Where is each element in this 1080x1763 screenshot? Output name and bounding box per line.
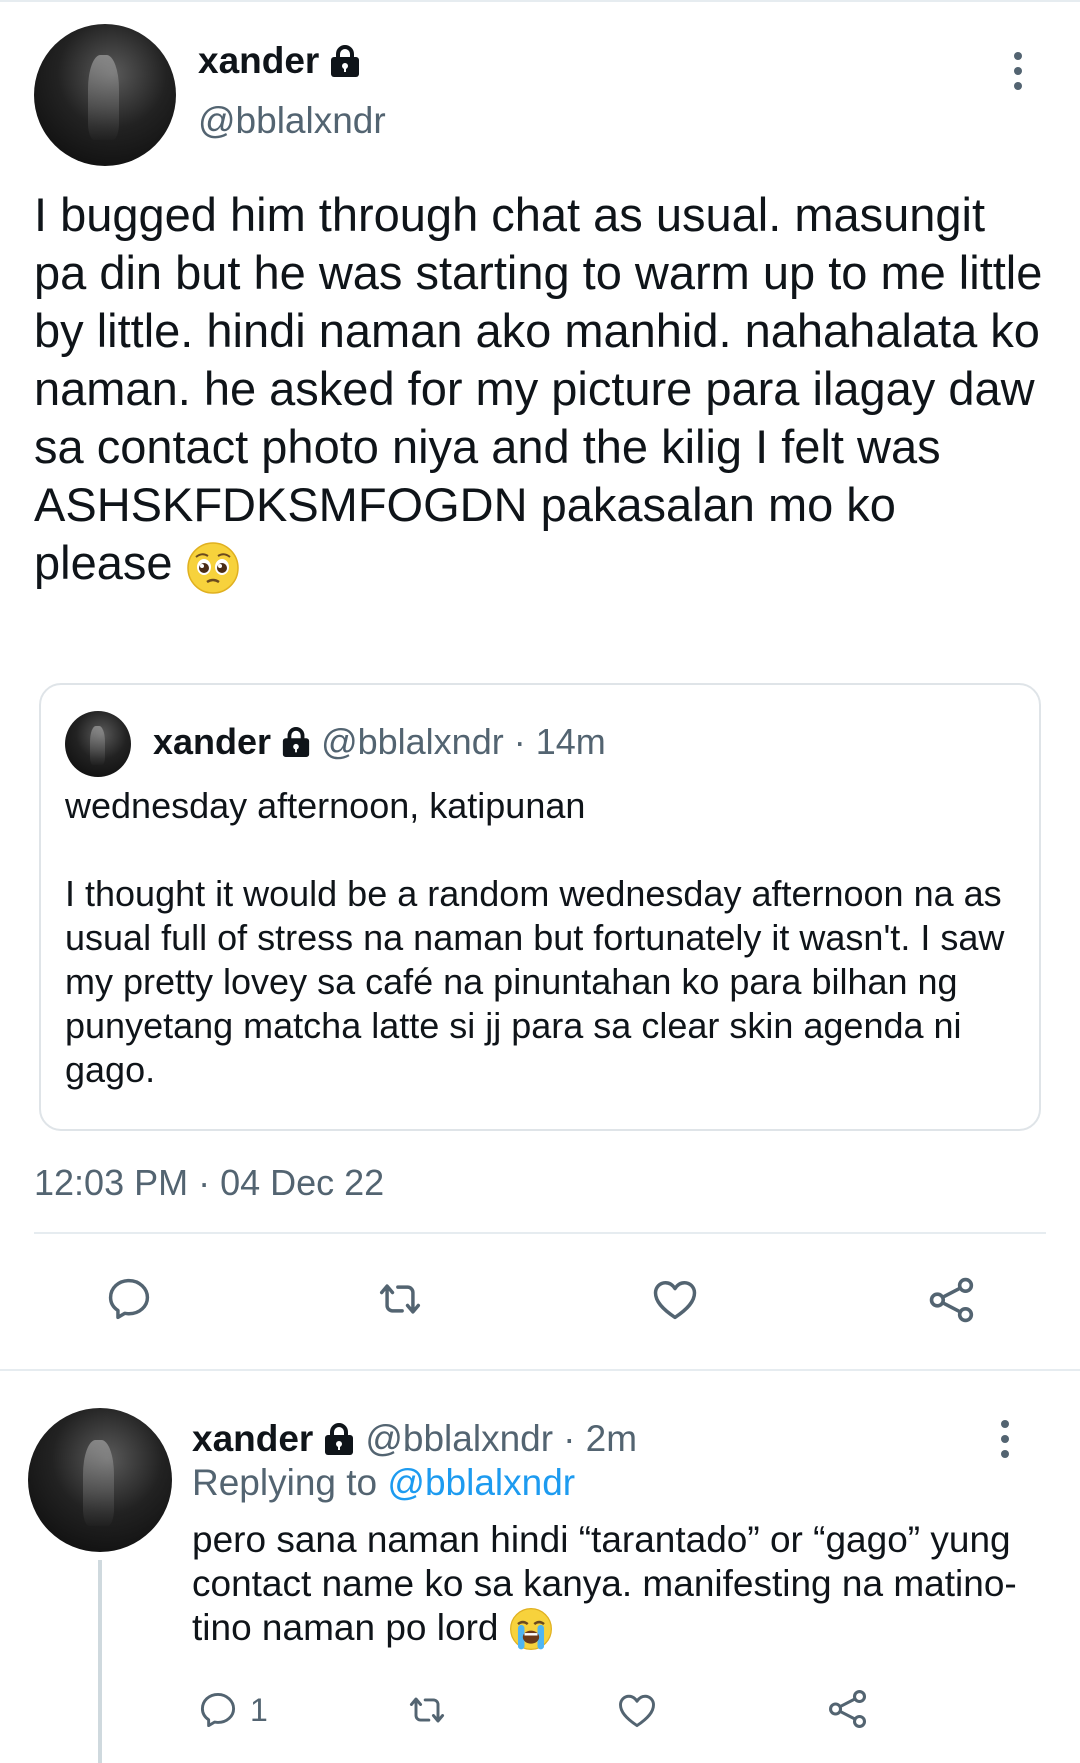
lock-icon: [323, 1422, 355, 1456]
top-divider: [0, 0, 1080, 2]
retweet-button[interactable]: [372, 1273, 428, 1325]
reply-avatar[interactable]: [28, 1408, 172, 1552]
quote-title: wednesday afternoon, katipunan: [65, 785, 586, 826]
share-icon: [825, 1686, 871, 1732]
lock-icon: [329, 44, 361, 78]
share-icon: [925, 1273, 979, 1327]
timestamp-divider: [34, 1232, 1046, 1234]
quoted-tweet[interactable]: xander @bblalxndr · 14m wednesday aftern…: [39, 683, 1041, 1131]
retweet-icon: [372, 1273, 428, 1325]
tweet-timestamp[interactable]: 12:03 PM · 04 Dec 22: [34, 1162, 384, 1204]
reply-button[interactable]: [103, 1273, 155, 1325]
tweet-separator: [0, 1369, 1080, 1371]
reply-icon: [196, 1688, 240, 1732]
like-button[interactable]: [614, 1688, 660, 1732]
quote-time: · 14m: [513, 721, 606, 762]
more-options-icon[interactable]: [999, 1420, 1011, 1458]
reply-count: 1: [250, 1691, 268, 1728]
loudly-crying-face-icon: [509, 1607, 553, 1653]
reply-header: xander @bblalxndr · 2m: [192, 1418, 637, 1460]
replying-to-handle[interactable]: @bblalxndr: [387, 1462, 575, 1503]
reply-button[interactable]: 1: [196, 1688, 268, 1732]
more-options-icon[interactable]: [1012, 52, 1024, 90]
replying-to: Replying to @bblalxndr: [192, 1462, 575, 1504]
tweet-text: I bugged him through chat as usual. masu…: [34, 186, 1044, 596]
reply-icon: [103, 1273, 155, 1325]
thread-line: [98, 1560, 102, 1763]
pleading-face-icon: [186, 538, 240, 596]
reply-text-content: pero sana naman hindi “tarantado” or “ga…: [192, 1519, 1017, 1648]
quote-display-name: xander: [153, 721, 272, 762]
reply-display-name[interactable]: xander: [192, 1418, 313, 1460]
reply-text: pero sana naman hindi “tarantado” or “ga…: [192, 1518, 1052, 1653]
reply-handle[interactable]: @bblalxndr: [365, 1418, 553, 1460]
retweet-button[interactable]: [402, 1688, 452, 1732]
author-name[interactable]: xander: [198, 40, 361, 82]
like-button[interactable]: [648, 1273, 702, 1325]
quote-body: I thought it would be a random wednesday…: [65, 873, 1005, 1090]
share-button[interactable]: [925, 1273, 979, 1327]
tweet-text-content: I bugged him through chat as usual. masu…: [34, 188, 1056, 589]
like-icon: [614, 1688, 660, 1732]
quote-handle: @bblalxndr: [321, 721, 504, 762]
avatar[interactable]: [34, 24, 176, 166]
quote-header: xander @bblalxndr · 14m: [153, 721, 606, 763]
like-icon: [648, 1273, 702, 1325]
replying-to-label: Replying to: [192, 1462, 378, 1503]
share-button[interactable]: [825, 1686, 871, 1732]
author-handle[interactable]: @bblalxndr: [198, 100, 386, 142]
quote-avatar: [65, 711, 131, 777]
display-name: xander: [198, 40, 320, 81]
retweet-icon: [402, 1688, 452, 1732]
lock-icon: [281, 726, 311, 758]
reply-time: · 2m: [563, 1418, 638, 1459]
